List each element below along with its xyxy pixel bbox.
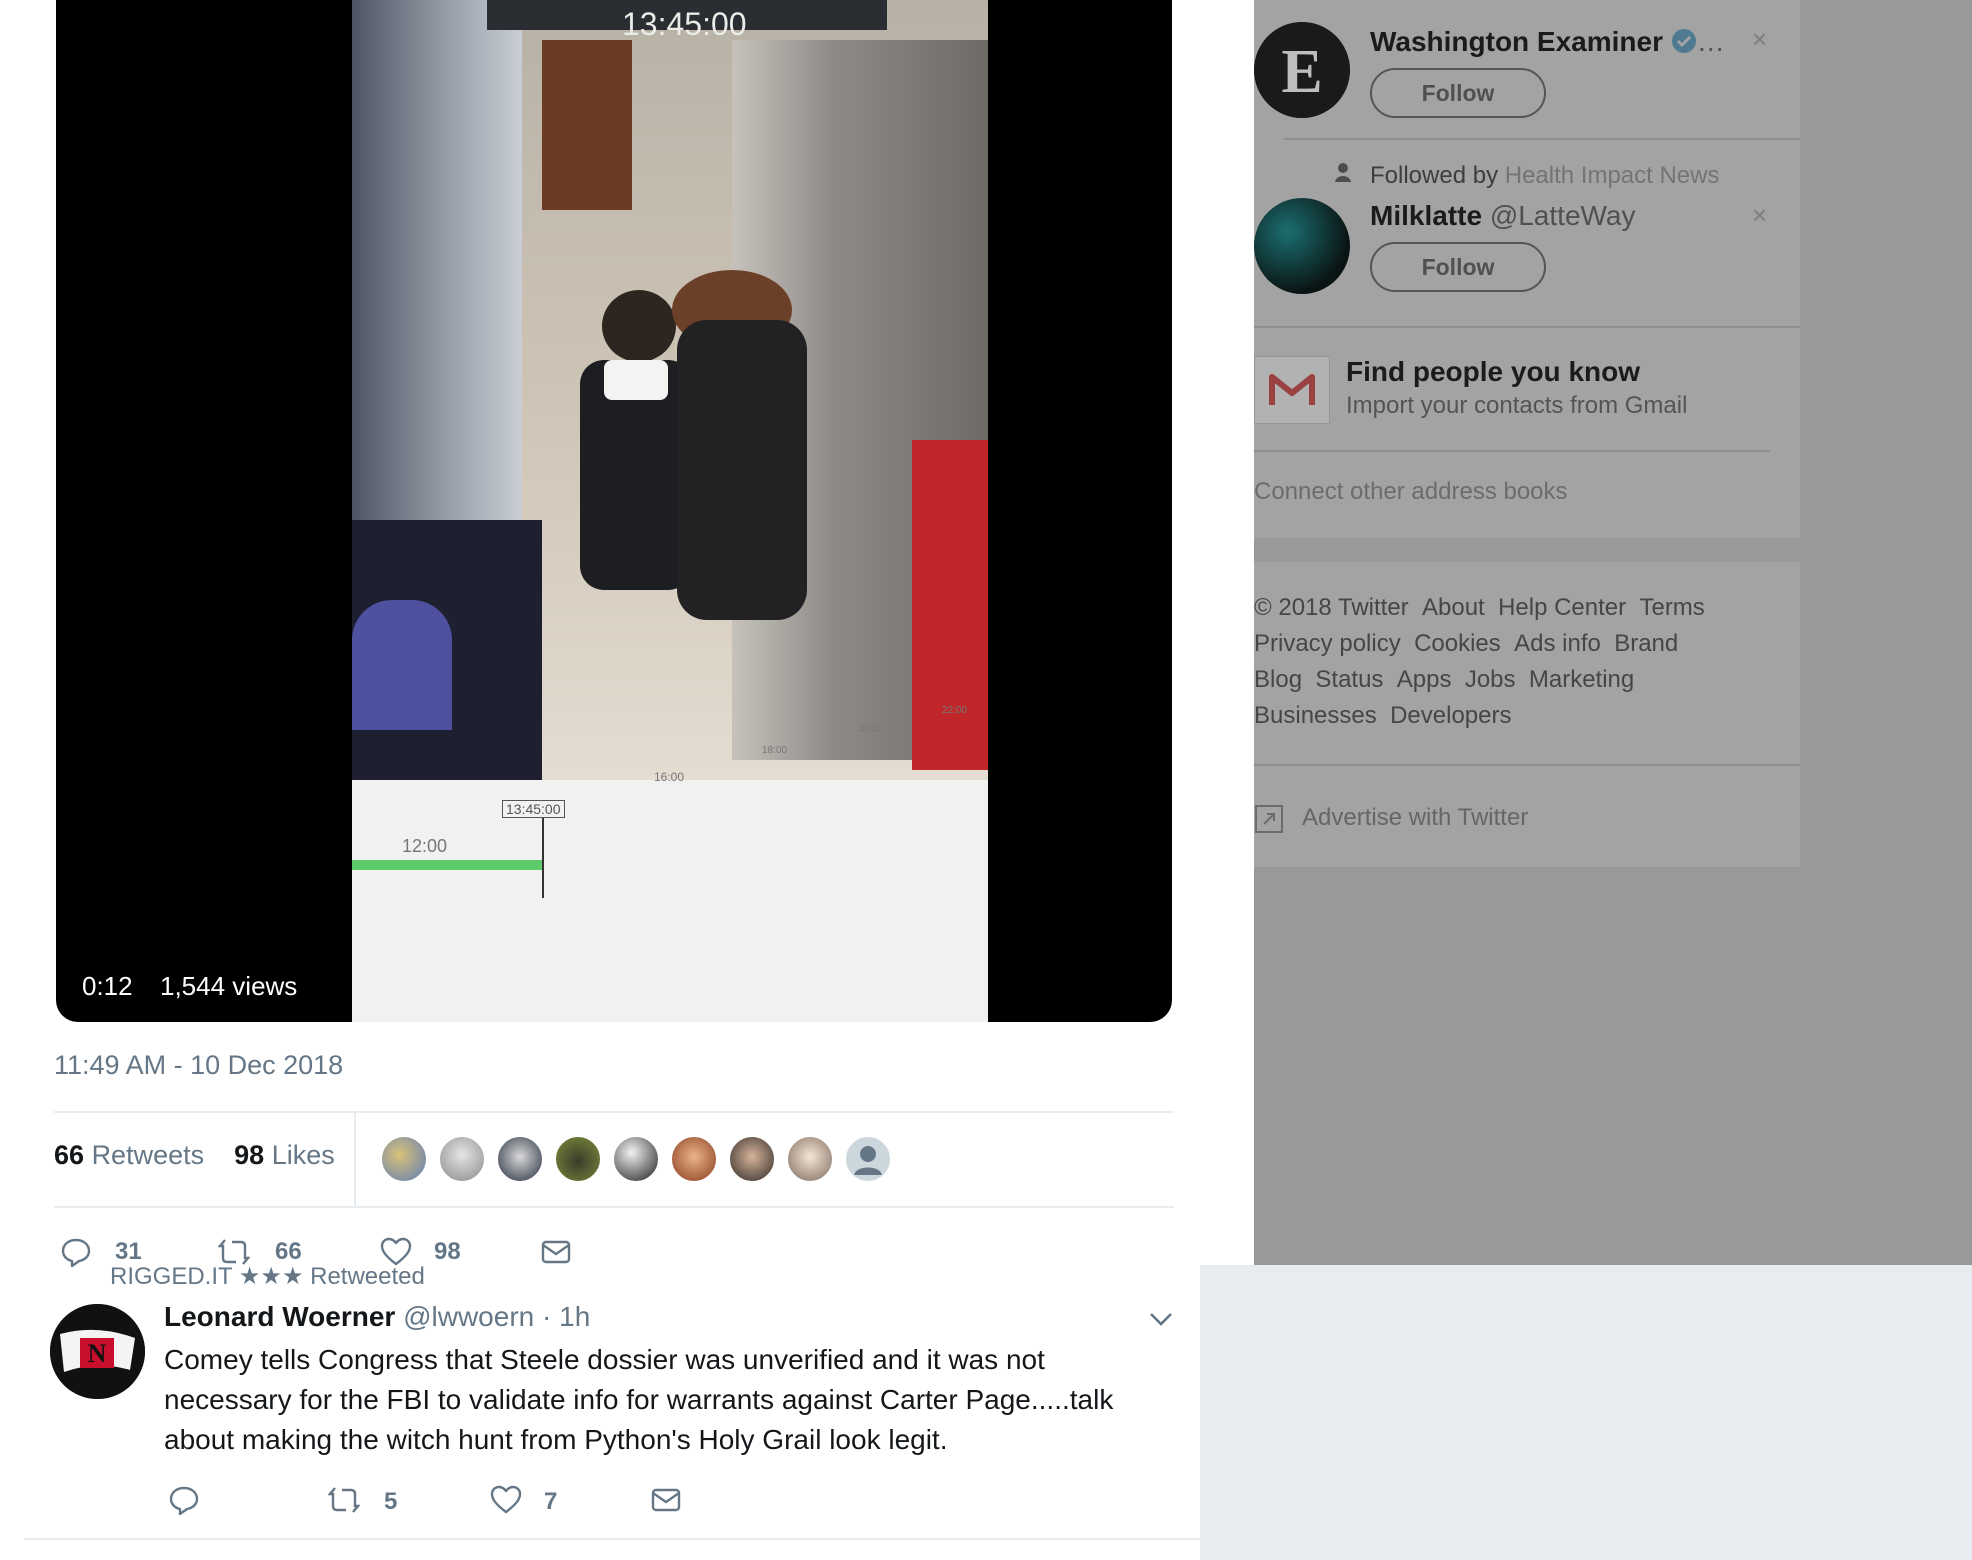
liker-avatar[interactable] (786, 1135, 834, 1183)
footer-copyright: © 2018 Twitter (1254, 594, 1409, 621)
liker-avatar[interactable] (380, 1135, 428, 1183)
timeline-tick: 18:00 (762, 745, 788, 756)
retweet-icon (327, 1487, 361, 1513)
author-handle[interactable]: @lwwoern (403, 1301, 534, 1332)
liker-avatar[interactable] (728, 1135, 776, 1183)
video-views-badge: 1,544 views (148, 965, 310, 1007)
likes-stat[interactable]: 98 Likes (234, 1140, 335, 1170)
author-name[interactable]: Leonard Woerner (164, 1301, 395, 1332)
page-background (1200, 1265, 1972, 1560)
timeline-tick: 12:00 (402, 836, 448, 856)
overlay-cursor-time: 13:45:00 (502, 800, 565, 818)
account-name[interactable]: Washington Examiner … (1370, 26, 1725, 58)
find-people-title[interactable]: Find people you know (1346, 356, 1640, 388)
footer-link[interactable]: Businesses (1254, 702, 1377, 729)
follow-button[interactable]: Follow (1370, 68, 1546, 118)
connect-address-books-link[interactable]: Connect other address books (1254, 478, 1568, 506)
overlay-timestamp: 13:45:00 (622, 6, 747, 42)
svg-text:N: N (88, 1339, 107, 1368)
like-count: 98 (434, 1238, 461, 1265)
liker-avatar[interactable] (554, 1135, 602, 1183)
followed-by-context: Followed by Health Impact News (1370, 162, 1720, 189)
heart-icon (490, 1485, 522, 1514)
liker-avatar-default[interactable] (844, 1135, 892, 1183)
verified-badge-icon (1671, 29, 1696, 53)
divider (1254, 450, 1770, 452)
direct-message-button[interactable] (650, 1484, 682, 1521)
tweet-timestamp[interactable]: 11:49 AM - 10 Dec 2018 (54, 1050, 343, 1081)
retweets-stat[interactable]: 66 Retweets (54, 1140, 204, 1170)
follow-button[interactable]: Follow (1370, 242, 1546, 292)
liker-avatar[interactable] (670, 1135, 718, 1183)
timeline-tick: 16:00 (654, 770, 685, 784)
divider (1254, 764, 1800, 766)
find-people-subtitle[interactable]: Import your contacts from Gmail (1346, 392, 1687, 420)
liker-avatar[interactable] (438, 1135, 486, 1183)
video-duration-badge: 0:12 (70, 965, 145, 1007)
video-frame: 13:45:00 13:45:00 12:00 16:00 18:00 20:0… (352, 0, 988, 1022)
reply-icon (169, 1486, 199, 1516)
divider (54, 1206, 1174, 1208)
reply-icon (61, 1238, 91, 1268)
footer-link[interactable]: Blog (1254, 666, 1302, 693)
washington-examiner-avatar[interactable]: E (1254, 22, 1350, 118)
envelope-icon (541, 1240, 571, 1264)
divider (1284, 138, 1800, 140)
footer-link[interactable]: Terms (1639, 594, 1704, 621)
footer-link[interactable]: Brand (1614, 630, 1678, 657)
footer-panel: © 2018 Twitter About Help Center Terms P… (1254, 562, 1800, 867)
timeline-tick: 20:00 (857, 724, 883, 735)
retweet-count: 5 (384, 1488, 398, 1515)
tweet-text: Comey tells Congress that Steele dossier… (164, 1344, 1114, 1455)
footer-link[interactable]: About (1422, 594, 1485, 621)
account-name[interactable]: Milklatte @LatteWay (1370, 200, 1635, 232)
tweet-header: Leonard Woerner @lwwoern · 1h (164, 1301, 590, 1333)
footer-link[interactable]: Marketing (1529, 666, 1634, 693)
milklatte-avatar[interactable] (1254, 198, 1350, 294)
like-count: 7 (544, 1488, 558, 1515)
footer-link[interactable]: Help Center (1498, 594, 1626, 621)
chevron-down-icon[interactable] (1148, 1306, 1174, 1332)
examiner-logo-icon: E (1254, 22, 1350, 118)
footer-link[interactable]: Apps (1397, 666, 1452, 693)
svg-text:E: E (1281, 38, 1322, 106)
reply-button[interactable] (168, 1484, 200, 1521)
advertise-link[interactable]: Advertise with Twitter (1302, 804, 1528, 832)
liker-avatar[interactable] (612, 1135, 660, 1183)
divider (1254, 326, 1800, 328)
stats-divider (354, 1113, 356, 1206)
footer-link[interactable]: Cookies (1414, 630, 1501, 657)
liker-avatar[interactable] (496, 1135, 544, 1183)
footer-link[interactable]: Developers (1390, 702, 1511, 729)
tweet-stats: 66 Retweets 98 Likes (54, 1140, 335, 1171)
dismiss-icon[interactable]: × (1752, 24, 1767, 55)
footer-links: © 2018 Twitter About Help Center Terms P… (1254, 594, 1705, 738)
footer-link[interactable]: Privacy policy (1254, 630, 1401, 657)
footer-link[interactable]: Jobs (1465, 666, 1516, 693)
tweet-video-player[interactable]: 13:45:00 13:45:00 12:00 16:00 18:00 20:0… (56, 0, 1172, 1022)
author-avatar[interactable]: N (50, 1304, 145, 1399)
divider (24, 1538, 1200, 1540)
n-logo-icon: N (50, 1304, 145, 1399)
footer-link[interactable]: Status (1315, 666, 1383, 693)
gmail-icon[interactable] (1254, 356, 1330, 424)
dismiss-icon[interactable]: × (1752, 200, 1767, 231)
default-profile-icon (854, 1146, 882, 1175)
person-icon (1335, 163, 1351, 182)
timeline-tick: 22:00 (942, 705, 968, 716)
like-button[interactable] (490, 1484, 522, 1521)
divider (54, 1111, 1174, 1113)
envelope-icon (651, 1488, 681, 1512)
external-link-icon (1255, 805, 1283, 833)
retweet-context: RIGGED.IT ★★★ Retweeted (110, 1263, 425, 1284)
tweet-time[interactable]: · 1h (542, 1301, 590, 1332)
who-to-follow-panel: E Washington Examiner … × Follow Followe… (1254, 0, 1800, 538)
footer-link[interactable]: Ads info (1514, 630, 1601, 657)
retweet-button[interactable] (327, 1484, 361, 1521)
